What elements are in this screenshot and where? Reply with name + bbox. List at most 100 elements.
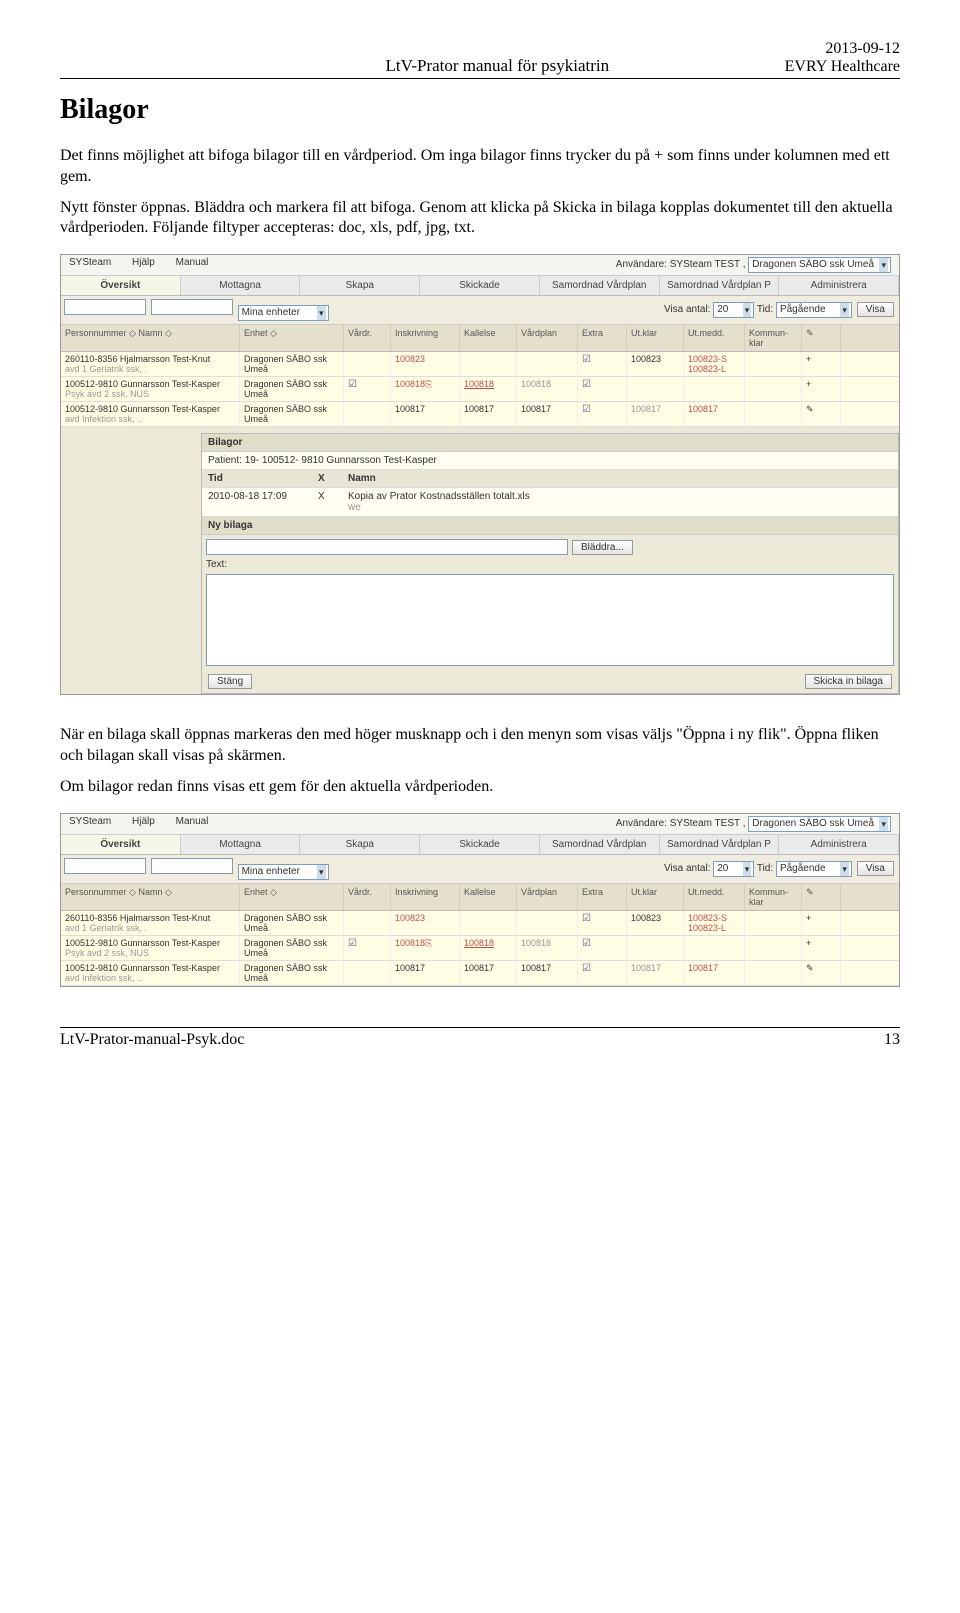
browse-button[interactable]: Bläddra... (572, 540, 633, 555)
tab-skickade[interactable]: Skickade (420, 276, 540, 295)
tid-select[interactable]: Pågående (776, 861, 852, 877)
tab-admin[interactable]: Administrera (779, 835, 899, 854)
th-kommunklar: Kommun-klar (745, 884, 802, 910)
unit-select[interactable]: Dragonen SÄBO ssk Umeå (748, 257, 891, 273)
cell-vardr (344, 402, 391, 426)
tab-admin[interactable]: Administrera (779, 276, 899, 295)
tab-skapa[interactable]: Skapa (300, 835, 420, 854)
unit-select[interactable]: Dragonen SÄBO ssk Umeå (748, 816, 891, 832)
menu-manual[interactable]: Manual (176, 257, 209, 268)
cell-kom (745, 402, 802, 426)
cell-kom (745, 936, 802, 960)
th-person[interactable]: Personnummer ◇ Namn ◇ (61, 325, 240, 351)
tab-vardplan-p[interactable]: Samordnad Vårdplan P (660, 835, 780, 854)
app-name: SYSteam (69, 257, 111, 268)
tab-skickade[interactable]: Skickade (420, 835, 540, 854)
paperclip-icon[interactable]: ✎ (802, 961, 841, 985)
cell-vp: 100818 (517, 936, 578, 960)
file-delete[interactable]: X (318, 491, 348, 513)
paperclip-icon[interactable]: ✎ (802, 402, 841, 426)
text-input[interactable] (206, 574, 894, 666)
tab-oversikt[interactable]: Översikt (61, 835, 181, 854)
mina-enheter-select[interactable]: Mina enheter (238, 305, 329, 321)
menu-help[interactable]: Hjälp (132, 257, 155, 268)
cell-person: 100512-9810 Gunnarsson Test-Kasper (65, 938, 220, 948)
th-enhet[interactable]: Enhet ◇ (240, 325, 344, 351)
cell-utmedd2: 100823-L (688, 364, 726, 374)
cell-insk: 100817 (391, 402, 460, 426)
th-utmedd: Ut.medd. (684, 325, 745, 351)
add-attachment-icon[interactable]: + (802, 936, 841, 960)
tab-oversikt[interactable]: Översikt (61, 276, 181, 295)
cell-kall[interactable]: 100818 (460, 377, 517, 401)
submit-attachment-button[interactable]: Skicka in bilaga (805, 674, 892, 689)
cell-sub: avd 1 Geriatrik ssk, . (65, 364, 147, 374)
cell-kall (460, 911, 517, 935)
filter-input-2[interactable] (151, 299, 233, 315)
tab-vardplan-p[interactable]: Samordnad Vårdplan P (660, 276, 780, 295)
cell-kall (460, 352, 517, 376)
vardr-icon[interactable]: ☑ (344, 377, 391, 401)
cell-vardr (344, 961, 391, 985)
add-attachment-icon[interactable]: + (802, 352, 841, 376)
th-person[interactable]: Personnummer ◇ Namn ◇ (61, 884, 240, 910)
cell-enhet: Dragonen SÄBO ssk Umeå (240, 352, 344, 376)
th-enhet[interactable]: Enhet ◇ (240, 884, 344, 910)
cell-kall: 100817 (460, 961, 517, 985)
cell-insk: 100823 (391, 911, 460, 935)
vardr-icon[interactable]: ☑ (344, 936, 391, 960)
extra-icon[interactable]: ☑ (578, 352, 627, 376)
tab-mottagna[interactable]: Mottagna (181, 835, 301, 854)
table-head: Personnummer ◇ Namn ◇ Enhet ◇ Vårdr. Ins… (61, 884, 899, 911)
visa-antal-select[interactable]: 20 (713, 861, 754, 877)
filter-input-2[interactable] (151, 858, 233, 874)
tab-skapa[interactable]: Skapa (300, 276, 420, 295)
filter-input-1[interactable] (64, 299, 146, 315)
menu-manual[interactable]: Manual (176, 816, 209, 827)
table-row[interactable]: 100512-9810 Gunnarsson Test-KasperPsyk a… (61, 936, 899, 961)
extra-icon[interactable]: ☑ (578, 377, 627, 401)
tab-vardplan[interactable]: Samordnad Vårdplan (540, 276, 660, 295)
table-row[interactable]: 260110-8356 Hjalmarsson Test-Knutavd 1 G… (61, 352, 899, 377)
cell-utmedd1: 100823-S (688, 354, 727, 364)
cell-kall[interactable]: 100818 (460, 936, 517, 960)
visa-button[interactable]: Visa (857, 861, 894, 876)
paragraph-2: Nytt fönster öppnas. Bläddra och markera… (60, 198, 900, 240)
copy-icon: ⎘ (425, 379, 432, 389)
header-date: 2013-09-12 (785, 40, 900, 58)
extra-icon[interactable]: ☑ (578, 936, 627, 960)
visa-antal-select[interactable]: 20 (713, 302, 754, 318)
th-insk: Inskrivning (391, 884, 460, 910)
visa-button[interactable]: Visa (857, 302, 894, 317)
close-button[interactable]: Stäng (208, 674, 252, 689)
cell-vp: 100817 (517, 961, 578, 985)
filter-input-1[interactable] (64, 858, 146, 874)
th-vardplan: Vårdplan (517, 884, 578, 910)
file-path-input[interactable] (206, 539, 568, 555)
table-row[interactable]: 260110-8356 Hjalmarsson Test-Knutavd 1 G… (61, 911, 899, 936)
cell-person: 100512-9810 Gunnarsson Test-Kasper (65, 963, 220, 973)
table-row[interactable]: 100512-9810 Gunnarsson Test-Kasperavd In… (61, 402, 899, 427)
filter-row: Mina enheter Visa antal: 20 Tid: Pågåend… (61, 296, 899, 325)
extra-icon[interactable]: ☑ (578, 911, 627, 935)
tab-mottagna[interactable]: Mottagna (181, 276, 301, 295)
menu-help[interactable]: Hjälp (132, 816, 155, 827)
tid-select[interactable]: Pågående (776, 302, 852, 318)
add-attachment-icon[interactable]: + (802, 911, 841, 935)
add-attachment-icon[interactable]: + (802, 377, 841, 401)
cell-utmedd: 100817 (684, 961, 745, 985)
cell-utklar: 100817 (627, 402, 684, 426)
mina-enheter-select[interactable]: Mina enheter (238, 864, 329, 880)
extra-icon[interactable]: ☑ (578, 402, 627, 426)
file-name[interactable]: Kopia av Prator Kostnadsställen totalt.x… (348, 491, 530, 502)
cell-vp (517, 911, 578, 935)
tab-vardplan[interactable]: Samordnad Vårdplan (540, 835, 660, 854)
table-row[interactable]: 100512-9810 Gunnarsson Test-KasperPsyk a… (61, 377, 899, 402)
tid-label: Tid: (757, 304, 773, 315)
extra-icon[interactable]: ☑ (578, 961, 627, 985)
text-label: Text: (206, 559, 227, 570)
th-kommunklar: Kommun-klar (745, 325, 802, 351)
file-sub: we (348, 502, 530, 513)
table-row[interactable]: 100512-9810 Gunnarsson Test-Kasperavd In… (61, 961, 899, 986)
cell-sub: avd Infektion ssk, .. (65, 973, 142, 983)
